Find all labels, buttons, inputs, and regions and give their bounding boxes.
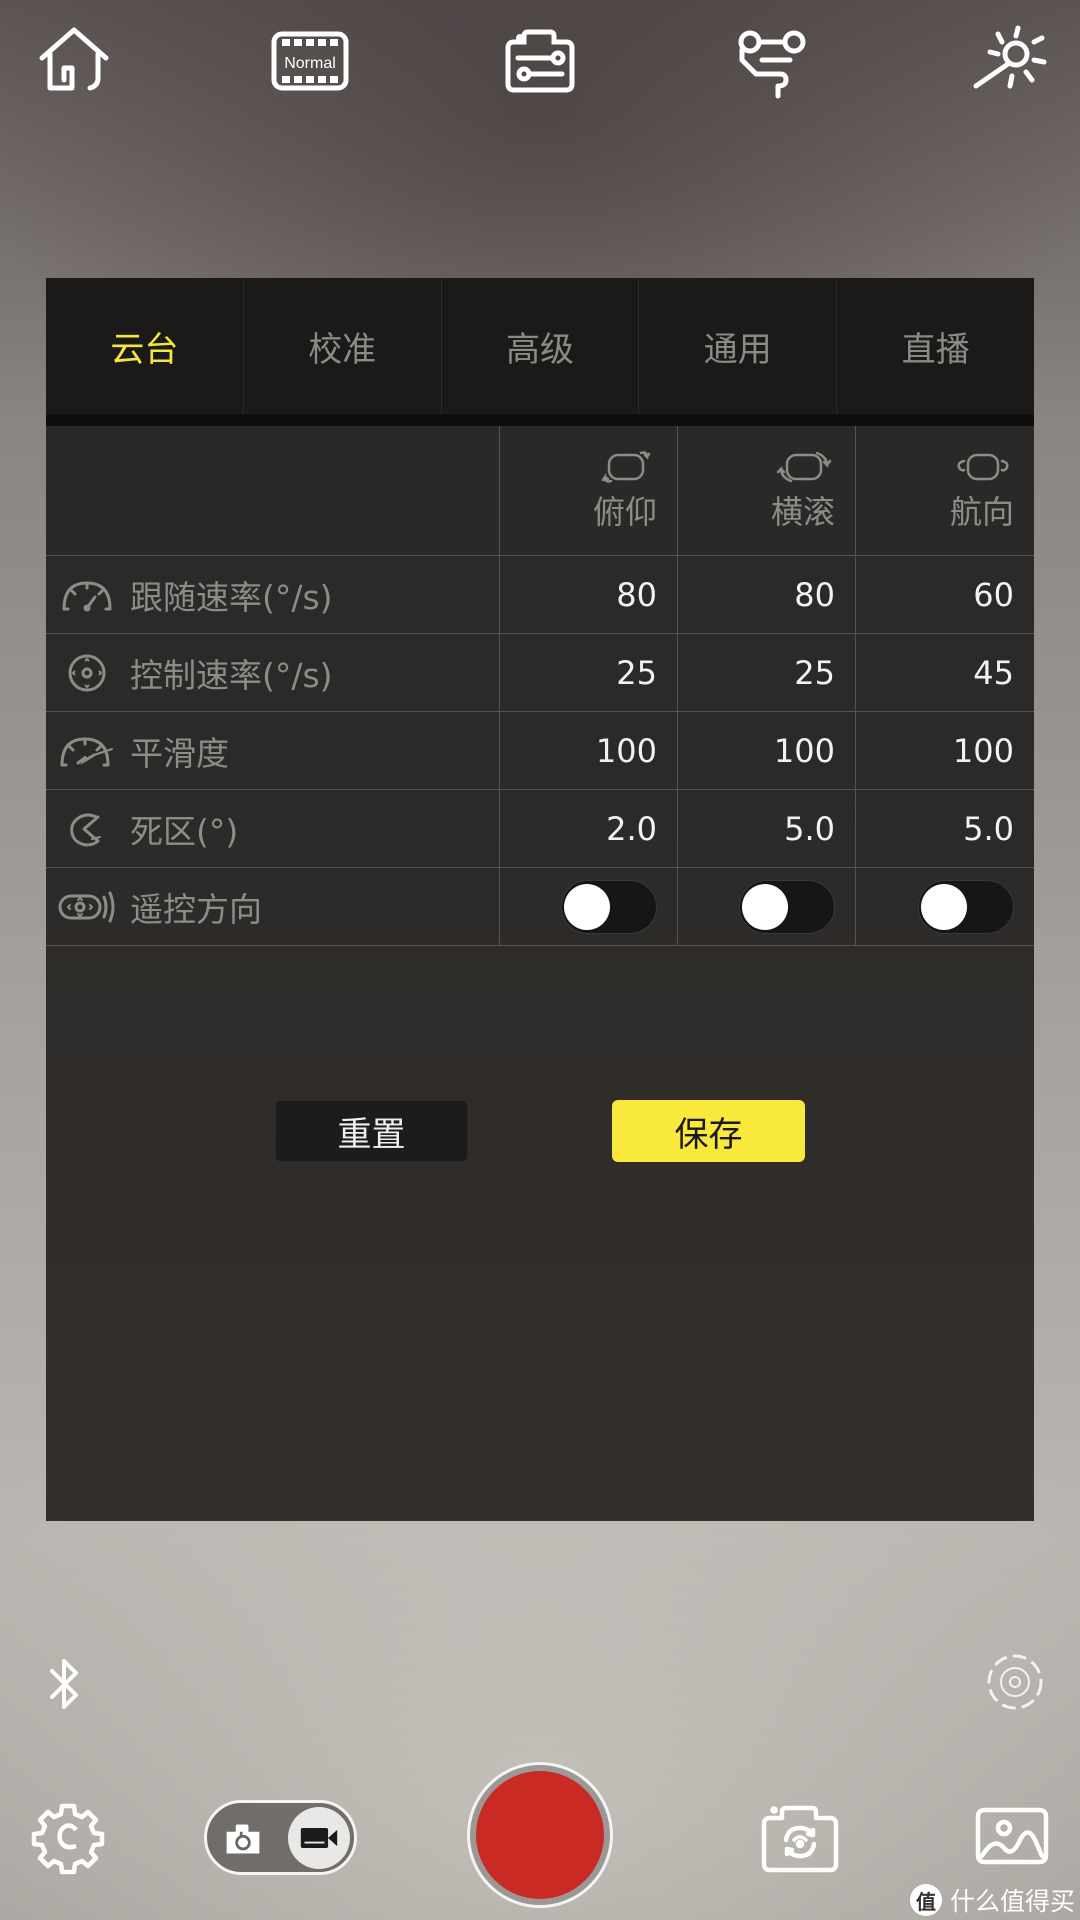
home-icon (39, 27, 109, 91)
record-button[interactable] (467, 1762, 613, 1908)
table-row-deadzone: 死区(°) 2.0 5.0 5.0 (46, 790, 1034, 868)
watermark-badge: 值 (910, 1884, 942, 1916)
roll-axis-icon (776, 451, 832, 482)
table-row-control-speed: 控制速率(°/s) 25 25 45 (46, 634, 1034, 712)
joystick-icon (58, 653, 116, 693)
smoothness-pan-value[interactable]: 100 (856, 712, 1034, 789)
flip-camera-button[interactable] (760, 1800, 840, 1876)
follow-speed-roll-value[interactable]: 80 (678, 556, 856, 633)
brightness-button[interactable] (966, 18, 1050, 102)
gear-icon (31, 1803, 105, 1875)
deadzone-pan-value[interactable]: 5.0 (856, 790, 1034, 867)
control-speed-pan-value[interactable]: 45 (856, 634, 1034, 711)
toggle-knob (921, 883, 967, 930)
gallery-button[interactable] (974, 1806, 1050, 1870)
brightness-wand-icon (973, 25, 1047, 89)
camera-settings-sliders-icon (505, 29, 575, 93)
row-label: 死区(°) (130, 811, 239, 851)
remote-direction-pitch-cell (500, 868, 678, 945)
gimbal-parameter-table: 俯仰 横滚 航向 跟随速率(°/s) 80 80 60 控制速率(°/s) 25… (46, 426, 1034, 946)
row-label-cell: 控制速率(°/s) (46, 634, 500, 711)
pan-axis-icon (957, 453, 1009, 480)
tab-divider (46, 414, 1034, 426)
watermark: 值 什么值得买 (910, 1882, 1075, 1918)
table-row-follow-speed: 跟随速率(°/s) 80 80 60 (46, 556, 1034, 634)
video-camera-icon (300, 1828, 338, 1848)
photo-camera-icon (226, 1824, 260, 1854)
tab-live[interactable]: 直播 (837, 278, 1034, 414)
row-label-cell: 平滑度 (46, 712, 500, 789)
tab-general[interactable]: 通用 (639, 278, 838, 414)
bluetooth-button[interactable] (42, 1655, 88, 1713)
row-label-cell: 死区(°) (46, 790, 500, 867)
remote-direction-roll-cell (678, 868, 856, 945)
row-label: 遥控方向 (130, 889, 262, 929)
tab-gimbal[interactable]: 云台 (46, 278, 244, 414)
control-speed-roll-value[interactable]: 25 (678, 634, 856, 711)
gauge-icon (58, 575, 116, 615)
row-label: 控制速率(°/s) (130, 655, 333, 695)
column-label: 航向 (949, 492, 1014, 531)
timelapse-path-button[interactable] (730, 18, 814, 102)
deadzone-roll-value[interactable]: 5.0 (678, 790, 856, 867)
gimbal-settings-panel: 云台 校准 高级 通用 直播 俯仰 横滚 航向 跟随速率(°/s) 80 80 … (46, 278, 1034, 1521)
row-label: 跟随速率(°/s) (130, 577, 333, 617)
record-indicator (476, 1771, 604, 1899)
tab-calibration[interactable]: 校准 (244, 278, 442, 414)
flip-camera-icon (761, 1805, 839, 1873)
toggle-knob (564, 883, 610, 930)
follow-speed-pan-value[interactable]: 60 (856, 556, 1034, 633)
smooth-gauge-icon (58, 731, 116, 771)
deadzone-pitch-value[interactable]: 2.0 (500, 790, 678, 867)
tab-advanced[interactable]: 高级 (442, 278, 640, 414)
mode-badge-text: Normal (284, 55, 336, 72)
save-button[interactable]: 保存 (612, 1100, 805, 1162)
focus-target-icon (987, 1654, 1043, 1710)
column-label: 横滚 (770, 492, 835, 531)
remote-direction-pitch-toggle[interactable] (561, 879, 657, 934)
remote-direction-icon (58, 887, 116, 927)
column-header-pitch: 俯仰 (500, 426, 678, 555)
watermark-text: 什么值得买 (950, 1887, 1076, 1916)
table-row-remote-direction: 遥控方向 (46, 868, 1034, 946)
pitch-axis-icon (601, 450, 651, 483)
smoothness-pitch-value[interactable]: 100 (500, 712, 678, 789)
smoothness-roll-value[interactable]: 100 (678, 712, 856, 789)
column-label: 俯仰 (592, 492, 657, 531)
timelapse-path-icon (738, 30, 806, 99)
reset-button[interactable]: 重置 (275, 1100, 468, 1162)
row-label-cell: 跟随速率(°/s) (46, 556, 500, 633)
focus-target-button[interactable] (985, 1652, 1045, 1712)
photo-mode-option[interactable] (221, 1817, 265, 1861)
settings-tabs: 云台 校准 高级 通用 直播 (46, 278, 1034, 414)
control-speed-pitch-value[interactable]: 25 (500, 634, 678, 711)
row-label-cell: 遥控方向 (46, 868, 500, 945)
video-mode-option[interactable] (288, 1807, 350, 1869)
remote-direction-pan-toggle[interactable] (918, 879, 1014, 934)
remote-direction-pan-cell (856, 868, 1034, 945)
photo-video-mode-switch[interactable] (204, 1800, 357, 1875)
toggle-knob (742, 883, 788, 930)
gallery-icon (975, 1807, 1049, 1865)
remote-direction-roll-toggle[interactable] (739, 879, 835, 934)
table-row-smoothness: 平滑度 100 100 100 (46, 712, 1034, 790)
video-mode-button[interactable]: Normal (268, 18, 352, 102)
deadzone-icon (58, 809, 116, 849)
header-empty-cell (46, 426, 500, 555)
settings-button[interactable] (30, 1800, 106, 1876)
column-header-roll: 横滚 (678, 426, 856, 555)
column-header-pan: 航向 (856, 426, 1034, 555)
table-header-row: 俯仰 横滚 航向 (46, 426, 1034, 556)
film-normal-icon: Normal (271, 31, 349, 91)
home-button[interactable] (32, 18, 116, 102)
follow-speed-pitch-value[interactable]: 80 (500, 556, 678, 633)
bluetooth-icon (50, 1659, 78, 1709)
camera-settings-button[interactable] (498, 18, 582, 102)
row-label: 平滑度 (130, 733, 229, 773)
